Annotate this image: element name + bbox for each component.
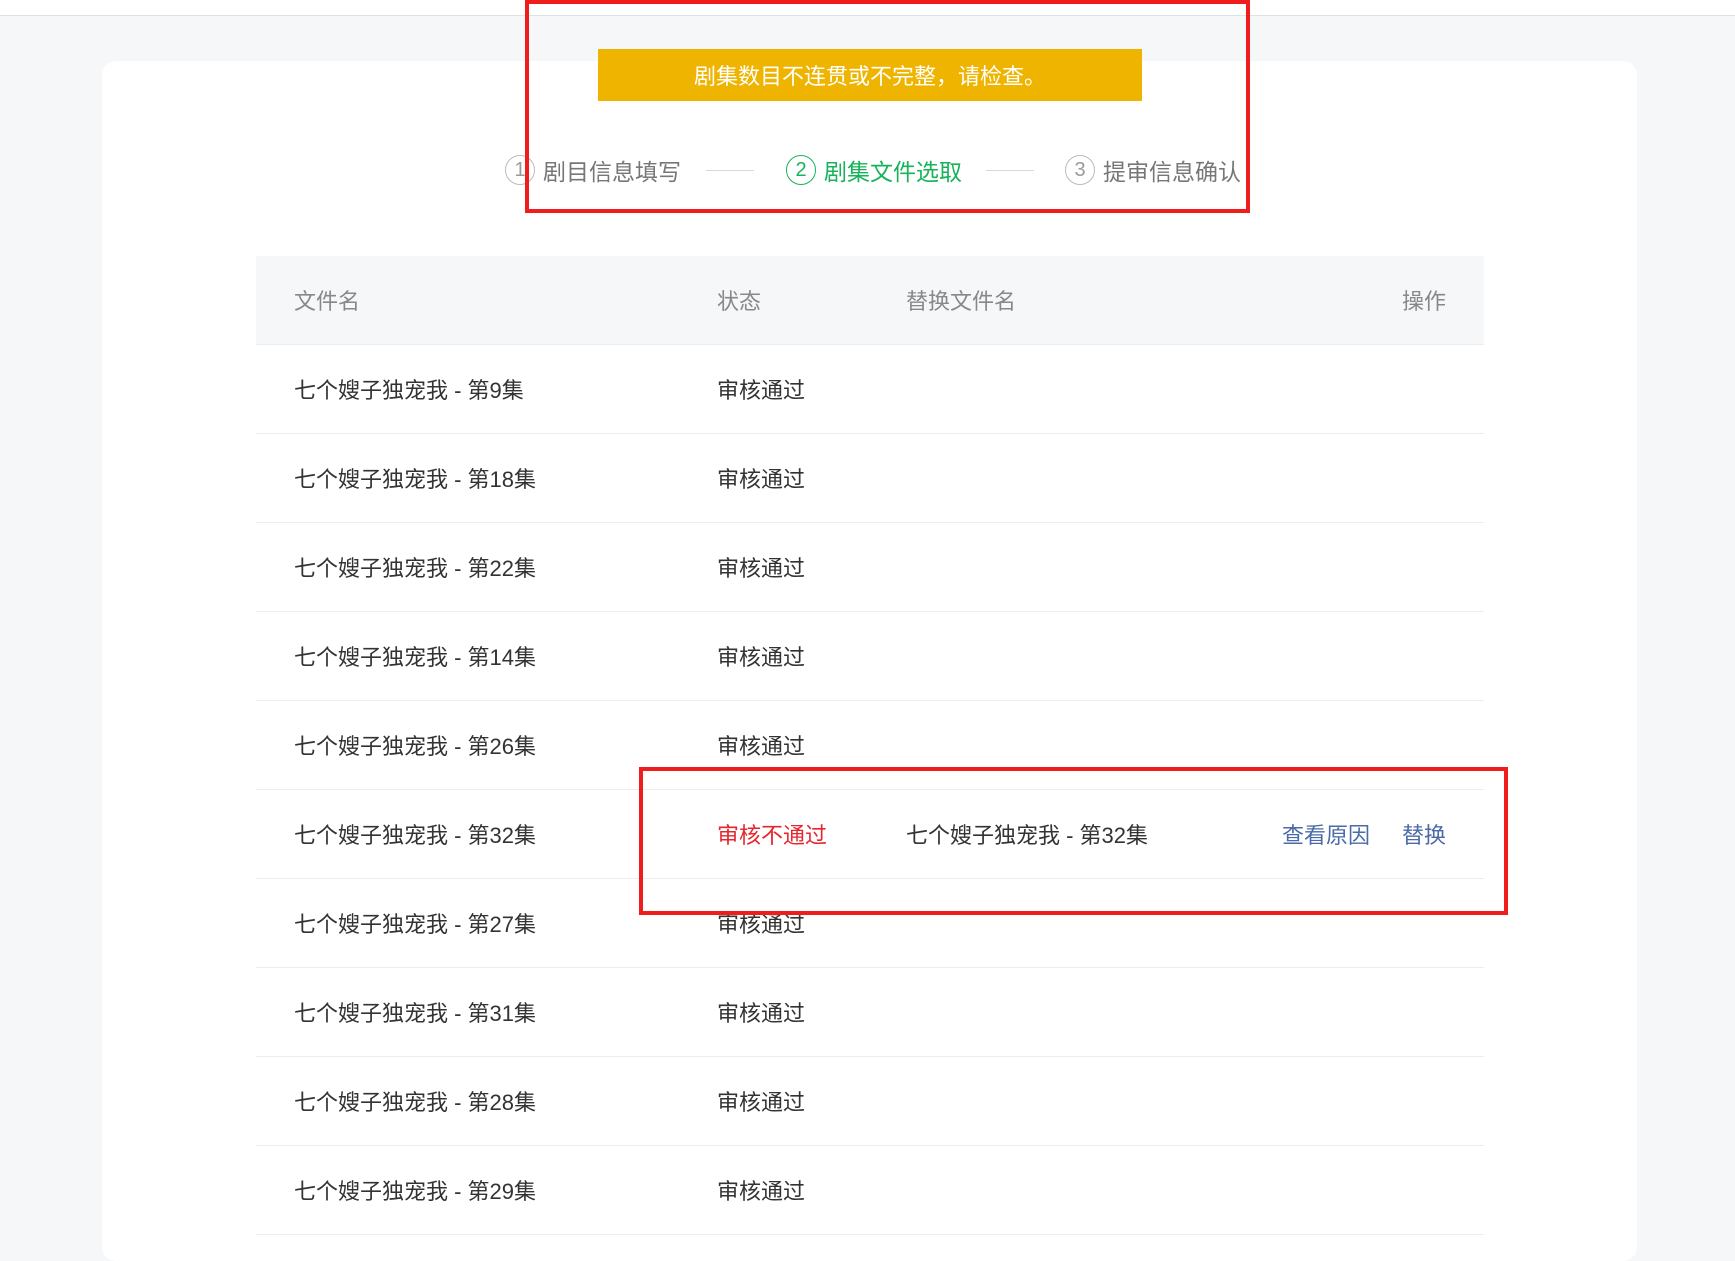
filename-cell: 七个嫂子独宠我 - 第32集 [294,823,537,848]
warning-banner: 剧集数目不连贯或不完整，请检查。 [598,49,1142,101]
replace-name-cell: 七个嫂子独宠我 - 第32集 [906,823,1149,848]
table-header: 文件名 状态 替换文件名 操作 [256,256,1484,345]
filename-cell: 七个嫂子独宠我 - 第27集 [294,912,537,937]
table-row: 七个嫂子独宠我 - 第14集 审核通过 [256,612,1484,701]
header-replace-name: 替换文件名 [906,289,1017,314]
filename-cell: 七个嫂子独宠我 - 第26集 [294,734,537,759]
step-2: 2 剧集文件选取 [786,150,962,190]
step-3: 3 提审信息确认 [1065,150,1241,190]
step-connector [986,170,1034,171]
filename-cell: 七个嫂子独宠我 - 第22集 [294,556,537,581]
table-row: 七个嫂子独宠我 - 第28集 审核通过 [256,1057,1484,1146]
replace-link[interactable]: 替换 [1402,818,1446,850]
table-row: 七个嫂子独宠我 - 第31集 审核通过 [256,968,1484,1057]
status-cell: 审核通过 [717,912,806,937]
filename-cell: 七个嫂子独宠我 - 第14集 [294,645,537,670]
row-actions: 查看原因 替换 [1282,818,1446,850]
table-row: 七个嫂子独宠我 - 第27集 审核通过 [256,879,1484,968]
table-row: 七个嫂子独宠我 - 第22集 审核通过 [256,523,1484,612]
filename-cell: 七个嫂子独宠我 - 第29集 [294,1179,537,1204]
filename-cell: 七个嫂子独宠我 - 第28集 [294,1090,537,1115]
step-label: 剧目信息填写 [543,159,681,185]
step-connector [706,170,754,171]
steps-indicator: 1 剧目信息填写 2 剧集文件选取 3 提审信息确认 [0,150,1735,190]
status-cell-failed: 审核不通过 [717,823,828,848]
status-cell: 审核通过 [717,1090,806,1115]
step-number: 1 [505,155,535,185]
status-cell: 审核通过 [717,645,806,670]
table-row-failed: 七个嫂子独宠我 - 第32集 审核不通过 七个嫂子独宠我 - 第32集 查看原因… [256,790,1484,879]
step-label: 剧集文件选取 [824,159,962,185]
view-reason-link[interactable]: 查看原因 [1282,818,1370,850]
header-filename: 文件名 [294,289,361,314]
step-number: 3 [1065,155,1095,185]
header-status: 状态 [717,289,762,314]
table-row: 七个嫂子独宠我 - 第9集 审核通过 [256,345,1484,434]
filename-cell: 七个嫂子独宠我 - 第18集 [294,467,537,492]
step-label: 提审信息确认 [1103,159,1241,185]
top-bar [0,0,1735,16]
table-row: 七个嫂子独宠我 - 第18集 审核通过 [256,434,1484,523]
filename-cell: 七个嫂子独宠我 - 第9集 [294,378,524,403]
header-actions: 操作 [1401,289,1446,314]
status-cell: 审核通过 [717,1001,806,1026]
status-cell: 审核通过 [717,556,806,581]
step-number: 2 [786,155,816,185]
status-cell: 审核通过 [717,1179,806,1204]
episode-table: 文件名 状态 替换文件名 操作 七个嫂子独宠我 - 第9集 审核通过 七个嫂子独… [256,256,1484,1235]
status-cell: 审核通过 [717,378,806,403]
status-cell: 审核通过 [717,467,806,492]
table-row: 七个嫂子独宠我 - 第29集 审核通过 [256,1146,1484,1235]
table-row: 七个嫂子独宠我 - 第26集 审核通过 [256,701,1484,790]
status-cell: 审核通过 [717,734,806,759]
filename-cell: 七个嫂子独宠我 - 第31集 [294,1001,537,1026]
step-1: 1 剧目信息填写 [505,150,681,190]
